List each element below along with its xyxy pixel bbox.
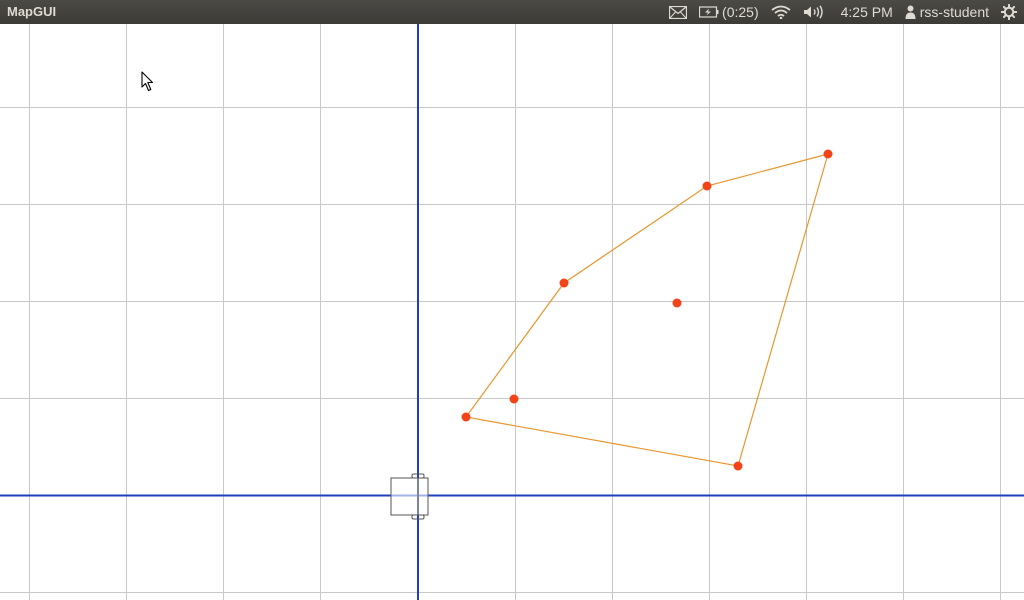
mouse-pointer-icon [141, 71, 154, 92]
battery-indicator[interactable]: (0:25) [693, 0, 765, 24]
point-marker [823, 149, 833, 159]
point-marker [461, 412, 471, 422]
map-view[interactable] [0, 24, 1024, 600]
user-menu[interactable]: rss-student [899, 0, 995, 24]
battery-charging-icon [699, 6, 719, 18]
robot-car-icon [390, 473, 429, 520]
wifi-icon[interactable] [765, 0, 797, 24]
indicator-area: (0:25) 4:25 PM rss-student [663, 0, 1024, 24]
point-marker [702, 181, 712, 191]
point-marker [509, 394, 519, 404]
convex-hull-polygon [464, 153, 829, 467]
top-panel: MapGUI (0:25) 4:25 PM rss-student [0, 0, 1024, 24]
point-marker [672, 298, 682, 308]
point-marker [733, 461, 743, 471]
battery-time: (0:25) [722, 4, 759, 20]
map-canvas[interactable] [0, 24, 1024, 600]
gear-icon[interactable] [995, 0, 1024, 24]
username: rss-student [919, 4, 989, 20]
axes [0, 24, 1024, 600]
envelope-icon[interactable] [663, 0, 693, 24]
point-marker [559, 278, 569, 288]
speaker-icon[interactable] [797, 0, 831, 24]
clock[interactable]: 4:25 PM [831, 0, 899, 24]
app-title: MapGUI [7, 4, 57, 19]
person-icon [905, 5, 916, 19]
grid-lines [0, 24, 1024, 600]
point-markers [461, 149, 833, 471]
